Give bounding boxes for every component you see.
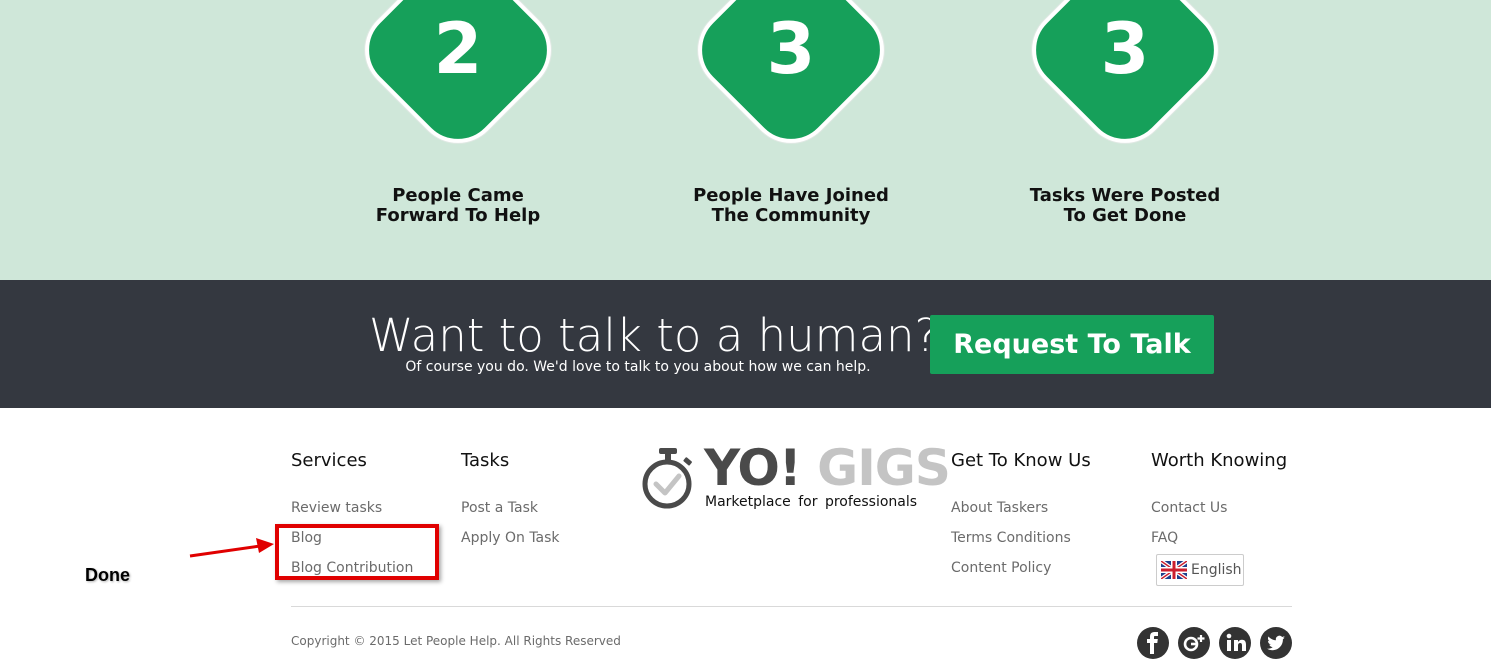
facebook-icon[interactable] <box>1137 627 1169 659</box>
annotation-arrow-icon <box>189 538 274 558</box>
link-contact-us[interactable]: Contact Us <box>1151 493 1287 523</box>
link-review-tasks[interactable]: Review tasks <box>291 493 413 523</box>
link-terms-conditions[interactable]: Terms Conditions <box>951 523 1091 553</box>
stat-label: People Came Forward To Help <box>375 185 541 226</box>
link-content-policy[interactable]: Content Policy <box>951 553 1091 583</box>
uk-flag-icon <box>1161 561 1187 579</box>
footer-heading: Get To Know Us <box>951 450 1091 471</box>
logo-tagline: Marketplace for professionals <box>705 494 918 510</box>
yogigs-logo[interactable]: YO! GIGS Marketplace for professionals <box>640 440 951 514</box>
talk-title: Want to talk to a human? <box>369 309 939 362</box>
link-apply-on-task[interactable]: Apply On Task <box>461 523 560 553</box>
stat-number: 2 <box>433 8 483 90</box>
request-to-talk-button[interactable]: Request To Talk <box>930 315 1214 374</box>
annotation-highlight-box <box>275 524 439 580</box>
footer-heading: Services <box>291 450 367 471</box>
language-selector[interactable]: English <box>1156 554 1244 586</box>
logo-wordmark: YO! GIGS <box>704 439 951 497</box>
footer-divider <box>291 606 1292 607</box>
stat-diamond: 3 <box>680 0 902 162</box>
annotation-done-label: Done <box>85 565 130 585</box>
stat-diamond: 3 <box>1014 0 1236 162</box>
talk-subtitle: Of course you do. We'd love to talk to y… <box>405 359 871 375</box>
stat-number: 3 <box>1100 8 1150 90</box>
link-about-taskers[interactable]: About Taskers <box>951 493 1091 523</box>
stopwatch-icon <box>642 448 692 509</box>
twitter-icon[interactable] <box>1260 627 1292 659</box>
footer-col-worth-knowing: Worth Knowing Contact Us FAQ <box>1151 450 1287 553</box>
link-faq[interactable]: FAQ <box>1151 523 1287 553</box>
language-label: English <box>1191 562 1242 578</box>
linkedin-icon[interactable] <box>1219 627 1251 659</box>
stat-number: 3 <box>766 8 816 90</box>
talk-to-human-section: Want to talk to a human? Of course you d… <box>0 280 1491 408</box>
footer-heading: Tasks <box>461 450 510 471</box>
stats-section: 2 People Came Forward To Help 3 People Ha… <box>0 0 1491 280</box>
footer-col-tasks: Tasks Post a Task Apply On Task <box>461 450 560 553</box>
stat-label: People Have Joined The Community <box>693 185 889 226</box>
google-plus-icon[interactable] <box>1178 627 1210 659</box>
copyright-text: Copyright © 2015 Let People Help. All Ri… <box>291 634 621 648</box>
stat-label: Tasks Were Posted To Get Done <box>1029 185 1221 226</box>
footer-heading: Worth Knowing <box>1151 450 1288 471</box>
link-post-task[interactable]: Post a Task <box>461 493 560 523</box>
stat-diamond: 2 <box>347 0 569 162</box>
footer-col-know-us: Get To Know Us About Taskers Terms Condi… <box>951 450 1091 583</box>
